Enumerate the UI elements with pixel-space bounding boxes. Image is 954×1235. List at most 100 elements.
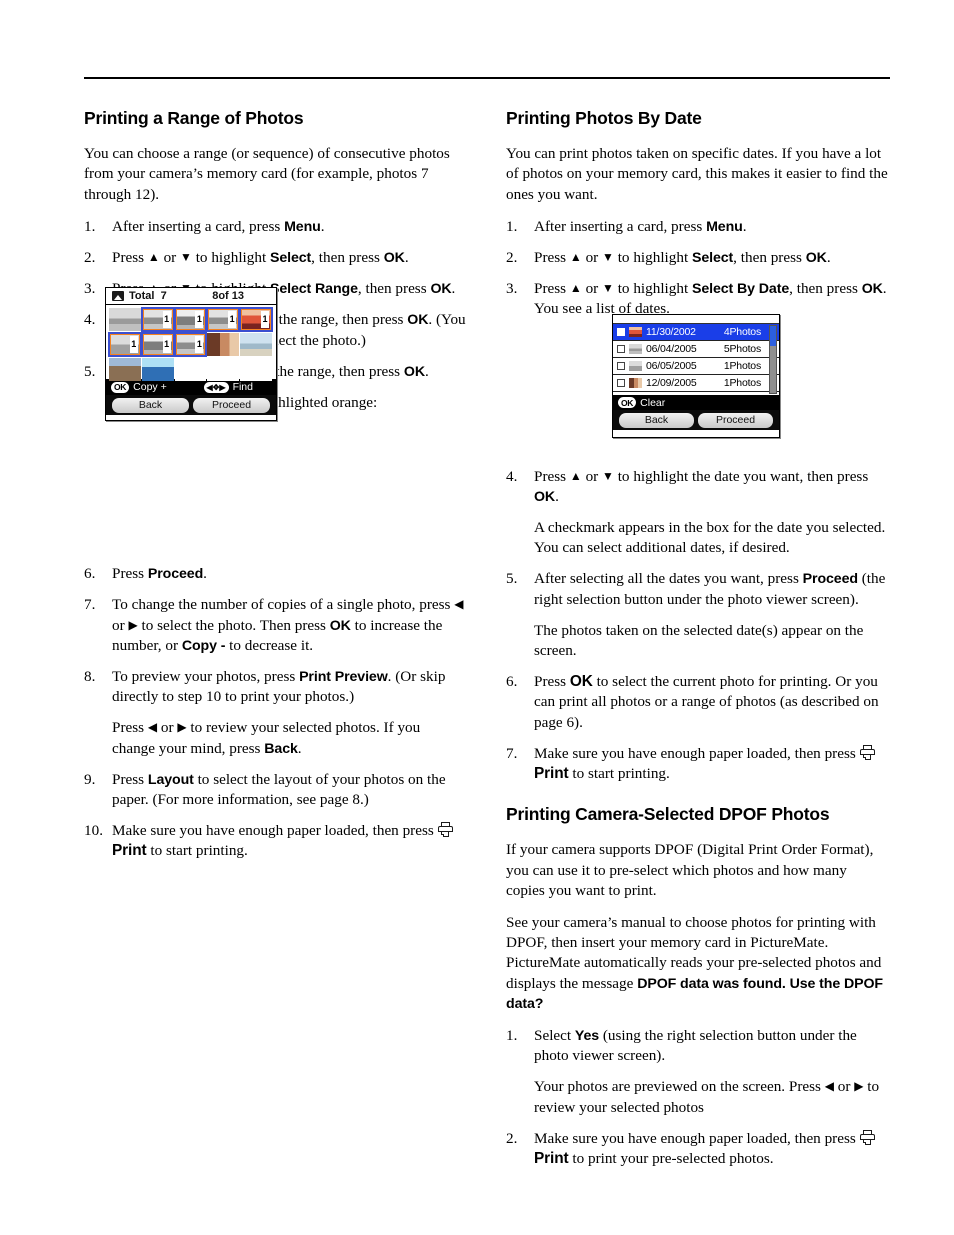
thumbnail-image xyxy=(174,308,207,331)
thumbnail-cell[interactable] xyxy=(141,358,174,381)
lcd-copy-label: Copy + xyxy=(133,381,167,393)
thumbnail-image xyxy=(141,358,174,381)
date-step-4-note: A checkmark appears in the box for the d… xyxy=(534,518,886,557)
intro-paragraph-by-date: You can print photos taken on specific d… xyxy=(506,145,888,203)
step-number: 10. xyxy=(84,822,103,840)
step-8-note: Press or to review your selected photos.… xyxy=(112,718,466,758)
thumbnail-image xyxy=(109,333,141,356)
lcd-date-list-screenshot: 11/30/2002 4Photos 06/04/2005 5Photos 06/05/… xyxy=(612,314,780,438)
lcd-thumbnail-grid[interactable]: 1 1 1 1 1 1 1 xyxy=(106,305,276,382)
copy-count-badge: 1 xyxy=(195,336,204,353)
step-2: 2. Press or to highlight Select, then pr… xyxy=(84,248,466,268)
thumbnail-cell[interactable] xyxy=(240,358,272,381)
date-list-row[interactable]: 06/05/2005 1Photos xyxy=(613,358,779,375)
back-button[interactable]: Back xyxy=(112,397,189,413)
date-list-row[interactable]: 06/04/2005 5Photos xyxy=(613,341,779,358)
right-arrow-icon xyxy=(177,720,186,734)
down-arrow-icon xyxy=(602,281,614,295)
ui-label-ok: OK xyxy=(805,249,827,266)
lcd-find-group: ◀✥▶ Find xyxy=(203,381,271,393)
date-list-row[interactable]: 12/09/2005 1Photos xyxy=(613,375,779,392)
down-arrow-icon xyxy=(180,250,192,264)
step-number: 7. xyxy=(84,596,96,614)
proceed-button[interactable]: Proceed xyxy=(193,397,270,413)
date-step-7: 7. Make sure you have enough paper loade… xyxy=(506,744,888,784)
ui-label-ok: OK xyxy=(534,488,556,505)
thumbnail-image xyxy=(141,333,174,356)
left-arrow-icon xyxy=(454,597,463,611)
thumbnail-image xyxy=(240,333,272,356)
lcd-photo-grid-screenshot: Total 7 8of 13 1 1 1 1 1 1 1 OK Copy + ◀✥▶ Fin… xyxy=(105,287,277,421)
ui-label-select: Select xyxy=(269,249,312,266)
date-label: 06/05/2005 xyxy=(646,360,697,372)
proceed-button[interactable]: Proceed xyxy=(698,412,773,428)
thumbnail-cell[interactable] xyxy=(240,333,272,356)
lcd-date-list[interactable]: 11/30/2002 4Photos 06/04/2005 5Photos 06/05/… xyxy=(613,324,779,395)
step-number: 4. xyxy=(506,467,518,485)
thumbnail-cell[interactable] xyxy=(207,358,240,381)
thumbnail-cell[interactable]: 1 xyxy=(140,307,175,332)
thumbnail-cell[interactable] xyxy=(207,333,240,356)
ok-badge-icon: OK xyxy=(111,381,130,393)
thumbnail-image xyxy=(109,358,141,381)
thumbnail-image xyxy=(141,308,174,331)
thumbnail-cell[interactable]: 1 xyxy=(239,307,273,332)
thumbnail-cell[interactable]: 1 xyxy=(173,332,208,357)
step-6: 6. Press Proceed. xyxy=(84,564,466,584)
page-title-range: Printing a Range of Photos xyxy=(84,108,304,128)
ui-label-print: Print xyxy=(534,1149,569,1167)
date-thumbnail-icon xyxy=(629,344,642,354)
ui-label-select-by-date: Select By Date xyxy=(691,281,790,298)
thumbnail-cell[interactable] xyxy=(109,358,141,381)
ui-label-ok: OK xyxy=(861,281,883,298)
intro-paragraph-range: You can choose a range (or sequence) of … xyxy=(84,145,450,203)
thumbnail-cell[interactable]: 1 xyxy=(140,332,175,357)
lcd-find-label: Find xyxy=(232,381,253,393)
thumbnail-cell[interactable] xyxy=(109,308,141,331)
date-label: 11/30/2002 xyxy=(646,326,696,338)
ui-label-proceed: Proceed xyxy=(147,566,204,583)
up-arrow-icon xyxy=(148,250,160,264)
thumbnail-cell[interactable]: 1 xyxy=(108,332,142,357)
scrollbar-thumb[interactable] xyxy=(770,326,776,347)
checkbox[interactable] xyxy=(617,379,625,387)
ui-label-ok: OK xyxy=(329,617,351,634)
date-thumbnail-icon xyxy=(629,327,642,337)
date-step-6: 6. Press OK to select the current photo … xyxy=(506,672,888,733)
right-arrow-icon xyxy=(128,618,137,632)
right-column: Printing Photos By Date You can print ph… xyxy=(506,108,888,1180)
ui-label-print: Print xyxy=(534,764,569,782)
checkbox[interactable] xyxy=(617,328,625,336)
ok-badge-icon: OK xyxy=(618,397,637,408)
scrollbar[interactable] xyxy=(769,325,777,394)
copy-count-badge: 1 xyxy=(195,311,204,328)
photo-icon xyxy=(112,291,124,301)
thumbnail-image xyxy=(207,358,240,381)
ui-label-yes: Yes xyxy=(574,1027,600,1044)
thumbnail-cell[interactable] xyxy=(174,358,207,381)
thumbnail-row xyxy=(109,358,273,382)
down-arrow-icon xyxy=(602,250,614,264)
step-text: To change the number of copies of a sing… xyxy=(112,596,464,653)
ui-label-menu: Menu xyxy=(706,218,743,235)
thumbnail-cell[interactable]: 1 xyxy=(206,307,240,332)
step-number: 1. xyxy=(84,217,96,235)
checkbox[interactable] xyxy=(617,345,625,353)
thumbnail-image xyxy=(174,358,207,381)
date-list-row[interactable]: 11/30/2002 4Photos xyxy=(613,324,779,341)
step-number: 2. xyxy=(506,1129,518,1147)
step-text: Press Layout to select the layout of you… xyxy=(112,770,446,808)
date-thumbnail-icon xyxy=(629,361,642,371)
dpof-step-1: 1. Select Yes (using the right selection… xyxy=(506,1026,888,1118)
page-title-by-date: Printing Photos By Date xyxy=(506,108,702,128)
step-number: 1. xyxy=(506,217,518,235)
thumbnail-cell[interactable]: 1 xyxy=(173,307,208,332)
step-text: Make sure you have enough paper loaded, … xyxy=(112,822,455,859)
checkbox[interactable] xyxy=(617,362,625,370)
ui-label-copy-minus: Copy - xyxy=(181,637,226,654)
date-step-4: 4. Press or to highlight the date you wa… xyxy=(506,467,888,559)
date-label: 12/09/2005 xyxy=(646,377,697,389)
dpof-paragraph-2: See your camera’s manual to choose photo… xyxy=(506,913,883,1012)
back-button[interactable]: Back xyxy=(619,412,694,428)
up-arrow-icon xyxy=(570,469,582,483)
